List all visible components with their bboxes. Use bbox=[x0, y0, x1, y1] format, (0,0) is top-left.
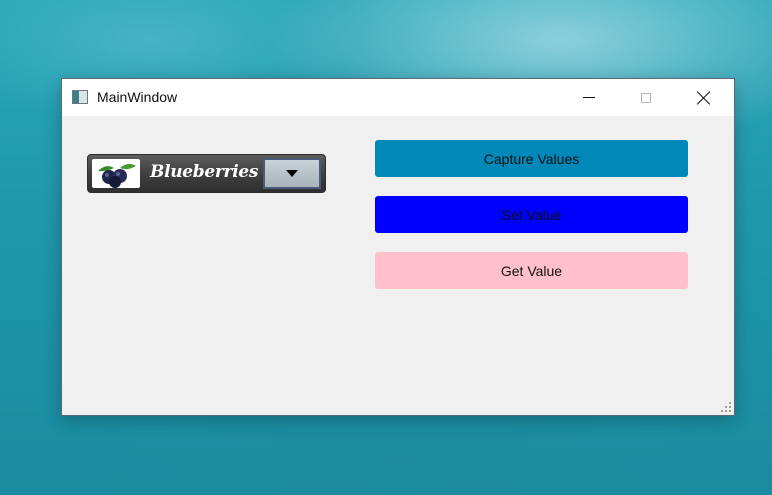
maximize-button[interactable] bbox=[623, 79, 669, 116]
capture-values-button[interactable]: Capture Values bbox=[375, 140, 688, 177]
blueberries-image bbox=[92, 159, 140, 188]
main-window: MainWindow Blueberries Capture Values Se… bbox=[61, 78, 735, 416]
maximize-icon bbox=[641, 92, 651, 103]
title-bar[interactable]: MainWindow bbox=[62, 79, 734, 116]
resize-grip-icon[interactable] bbox=[721, 402, 731, 412]
app-window-icon bbox=[72, 90, 88, 104]
get-value-button[interactable]: Get Value bbox=[375, 252, 688, 289]
chevron-down-icon bbox=[286, 170, 298, 177]
dropdown-button[interactable] bbox=[263, 158, 321, 189]
minimize-icon bbox=[583, 97, 595, 98]
close-button[interactable] bbox=[681, 79, 727, 116]
window-title: MainWindow bbox=[97, 89, 178, 105]
minimize-button[interactable] bbox=[566, 79, 612, 116]
set-value-button[interactable]: Set Value bbox=[375, 196, 688, 233]
close-icon bbox=[697, 91, 711, 105]
fruit-combobox[interactable]: Blueberries bbox=[87, 154, 326, 193]
combobox-selected-label: Blueberries bbox=[150, 162, 259, 182]
